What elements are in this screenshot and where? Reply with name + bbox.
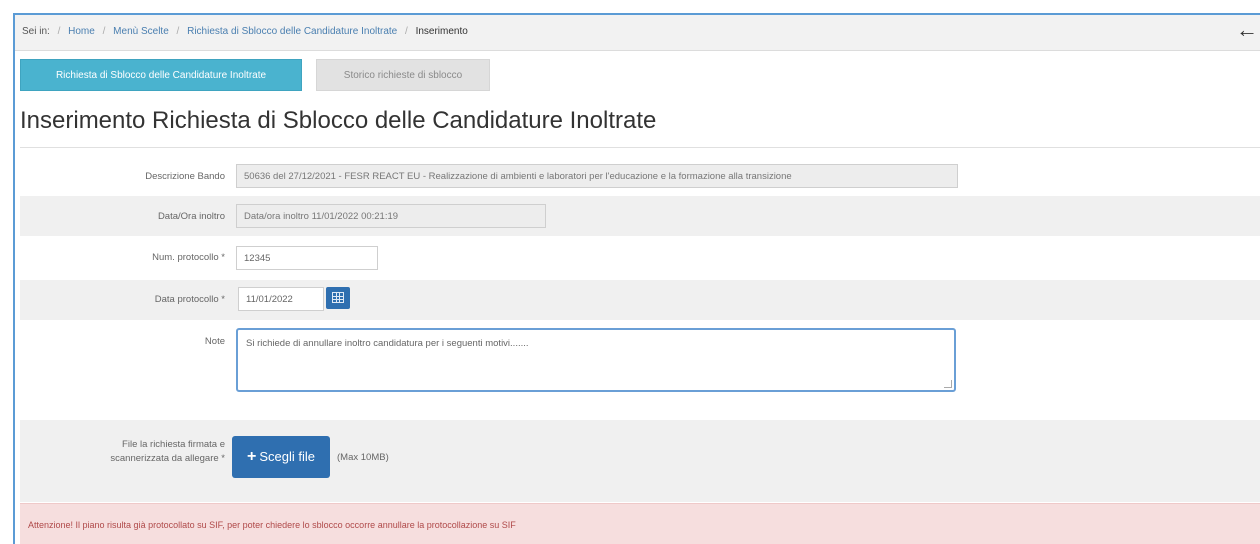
row-descrizione-bando: Descrizione Bando 50636 del 27/12/2021 -… xyxy=(20,156,1260,196)
note-text: Si richiede di annullare inoltro candida… xyxy=(246,338,529,349)
file-label-line2: scannerizzata da allegare * xyxy=(110,453,225,464)
breadcrumb-separator: / xyxy=(102,26,106,37)
row-file: File la richiesta firmata e scannerizzat… xyxy=(20,420,1260,502)
row-data-protocollo: Data protocollo * 11/01/2022 xyxy=(20,280,1260,320)
breadcrumb-home[interactable]: Home xyxy=(68,26,95,37)
breadcrumb-menu-scelte[interactable]: Menù Scelte xyxy=(113,26,169,37)
plus-icon: + xyxy=(247,448,257,465)
request-form: Descrizione Bando 50636 del 27/12/2021 -… xyxy=(20,147,1260,502)
breadcrumb-bar: Sei in: / Home / Menù Scelte / Richiesta… xyxy=(15,15,1260,51)
data-inoltro-label: Data/Ora inoltro xyxy=(157,211,225,222)
file-label-line1: File la richiesta firmata e xyxy=(122,439,225,450)
note-textarea[interactable]: Si richiede di annullare inoltro candida… xyxy=(236,328,956,392)
descrizione-bando-field: 50636 del 27/12/2021 - FESR REACT EU - R… xyxy=(236,164,958,188)
row-data-inoltro: Data/Ora inoltro Data/ora inoltro 11/01/… xyxy=(20,196,1260,236)
data-inoltro-field: Data/ora inoltro 11/01/2022 00:21:19 xyxy=(236,204,546,228)
calendar-icon[interactable] xyxy=(326,287,350,309)
page-title: Inserimento Richiesta di Sblocco delle C… xyxy=(20,107,657,134)
num-protocollo-input[interactable]: 12345 xyxy=(236,246,378,270)
arrow-left-icon[interactable]: ← xyxy=(1236,19,1258,41)
breadcrumb-separator: / xyxy=(405,26,408,37)
resize-handle-icon[interactable] xyxy=(944,380,952,388)
tab-richiesta-sblocco[interactable]: Richiesta di Sblocco delle Candidature I… xyxy=(20,59,302,91)
tab-storico-richieste[interactable]: Storico richieste di sblocco xyxy=(316,59,490,91)
row-note: Note Si richiede di annullare inoltro ca… xyxy=(20,320,1260,420)
data-protocollo-input[interactable]: 11/01/2022 xyxy=(238,287,324,311)
breadcrumb-separator: / xyxy=(176,26,180,37)
breadcrumb: Sei in: / Home / Menù Scelte / Richiesta… xyxy=(22,26,468,37)
num-protocollo-label: Num. protocollo * xyxy=(152,252,225,263)
breadcrumb-current: Inserimento xyxy=(415,26,468,37)
file-max-size: (Max 10MB) xyxy=(337,452,389,463)
file-label: File la richiesta firmata e scannerizzat… xyxy=(110,438,225,466)
row-num-protocollo: Num. protocollo * 12345 xyxy=(20,236,1260,280)
alert-banner: Attenzione! Il piano risulta già protoco… xyxy=(20,503,1260,544)
choose-file-label: Scegli file xyxy=(259,449,315,464)
breadcrumb-prefix: Sei in: xyxy=(22,26,50,37)
data-protocollo-label: Data protocollo * xyxy=(154,294,225,305)
descrizione-bando-label: Descrizione Bando xyxy=(145,171,225,182)
main-frame: Sei in: / Home / Menù Scelte / Richiesta… xyxy=(13,13,1260,544)
alert-text: Attenzione! Il piano risulta già protoco… xyxy=(28,520,516,530)
choose-file-button[interactable]: + Scegli file xyxy=(232,436,330,478)
note-label: Note xyxy=(204,336,225,347)
breadcrumb-separator: / xyxy=(57,26,61,37)
breadcrumb-richiesta-sblocco[interactable]: Richiesta di Sblocco delle Candidature I… xyxy=(187,26,397,37)
